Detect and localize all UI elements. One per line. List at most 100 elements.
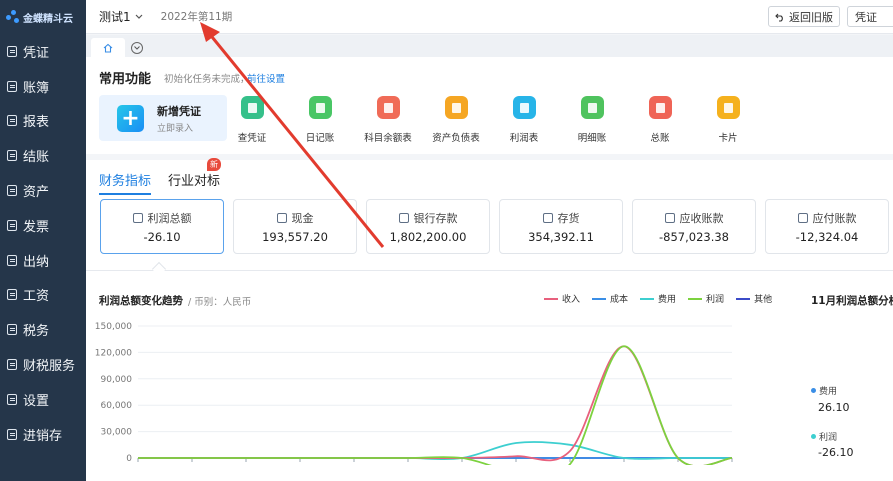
metric-label: 银行存款 bbox=[413, 211, 458, 225]
metric-card[interactable]: 利润总额 -26.10 bbox=[100, 199, 224, 254]
metric-value: -857,023.38 bbox=[659, 229, 729, 244]
metric-header: 存货 bbox=[542, 210, 580, 226]
metric-header: 应收账款 bbox=[664, 210, 724, 226]
new-voucher-sub: 立即录入 bbox=[157, 123, 194, 134]
quick-function-label: 科目余额表 bbox=[364, 133, 412, 144]
legend-label: 成本 bbox=[610, 295, 629, 305]
metric-value: 1,802,200.00 bbox=[389, 229, 467, 244]
quick-function-item[interactable]: 利润表 bbox=[494, 96, 554, 144]
metric-icon bbox=[276, 212, 287, 223]
report-icon bbox=[7, 115, 17, 127]
legend-swatch bbox=[544, 297, 558, 300]
tab-home[interactable] bbox=[91, 38, 125, 57]
metric-label: 应付账款 bbox=[812, 211, 857, 225]
account-name: 测试1 bbox=[99, 10, 131, 24]
metric-icon bbox=[797, 212, 808, 223]
sidebar-item-2[interactable]: 报表 bbox=[0, 104, 86, 139]
metric-value: -12,324.04 bbox=[795, 229, 859, 244]
side-item-value: 26.10 bbox=[818, 401, 850, 414]
quick-function-item[interactable]: 日记账 bbox=[290, 96, 350, 144]
undo-icon bbox=[775, 13, 783, 22]
quick-function-label: 明细账 bbox=[577, 133, 607, 144]
side-item-value: -26.10 bbox=[818, 446, 854, 459]
sidebar-item-label: 工资 bbox=[23, 289, 50, 305]
legend-item[interactable]: 成本 bbox=[592, 292, 628, 305]
tab-more-button[interactable] bbox=[131, 42, 143, 54]
return-old-version-button[interactable]: 返回旧版 bbox=[768, 6, 840, 27]
tab-finance-indicators[interactable]: 财务指标 bbox=[99, 170, 152, 195]
tab-industry-benchmark[interactable]: 行业对标 bbox=[168, 170, 220, 195]
tax-icon bbox=[7, 324, 17, 336]
legend-label: 费用 bbox=[658, 295, 677, 305]
metric-label: 存货 bbox=[557, 211, 580, 225]
service-icon bbox=[7, 359, 17, 371]
legend-item[interactable]: 收入 bbox=[544, 292, 580, 305]
metric-card[interactable]: 应付账款 -12,324.04 bbox=[765, 199, 889, 254]
voucher-menu-button[interactable]: 凭证 bbox=[847, 6, 893, 27]
go-settings-link[interactable]: 前往设置 bbox=[247, 71, 285, 85]
sidebar: 金蝶精斗云 凭证账簿报表结账 资产 发票 出纳工资税务财税服务设置进销存 bbox=[0, 0, 86, 481]
quick-function-item[interactable]: 卡片 bbox=[698, 96, 758, 144]
side-item-profit: 利润 bbox=[811, 430, 837, 443]
sidebar-item-8[interactable]: 税务 bbox=[0, 312, 86, 347]
chevron-down-icon bbox=[134, 46, 140, 50]
sidebar-item-5[interactable]: 发票 bbox=[0, 208, 86, 243]
legend-swatch bbox=[640, 297, 655, 300]
chevron-down-icon bbox=[135, 14, 143, 19]
y-tick-label: 150,000 bbox=[95, 322, 132, 332]
sidebar-item-4[interactable]: 资产 bbox=[0, 173, 86, 208]
sidebar-item-10[interactable]: 设置 bbox=[0, 382, 86, 417]
metric-header: 银行存款 bbox=[398, 210, 458, 226]
main-panel: 常用功能 初始化任务未完成， 前往设置 + 新增凭证 立即录入 查凭证 日记账 科目… bbox=[86, 57, 893, 481]
quick-function-item[interactable]: 科目余额表 bbox=[358, 96, 418, 144]
document-icon bbox=[308, 96, 332, 119]
quick-function-item[interactable]: 查凭证 bbox=[222, 96, 282, 144]
sidebar-item-6[interactable]: 出纳 bbox=[0, 243, 86, 278]
invoice-icon bbox=[7, 219, 17, 231]
sidebar-item-label: 税务 bbox=[23, 324, 50, 340]
inventory-icon bbox=[7, 428, 17, 440]
chart-separator bbox=[86, 270, 893, 271]
sidebar-item-7[interactable]: 工资 bbox=[0, 278, 86, 313]
legend-label: 收入 bbox=[562, 295, 581, 305]
metric-header: 现金 bbox=[276, 210, 314, 226]
settings-icon bbox=[7, 393, 17, 405]
document-icon bbox=[580, 96, 604, 119]
logo-icon bbox=[6, 10, 20, 24]
metric-label: 利润总额 bbox=[147, 211, 192, 225]
sidebar-item-label: 报表 bbox=[23, 115, 50, 131]
side-panel-title: 11月利润总额分析 bbox=[811, 295, 893, 307]
metric-card[interactable]: 现金 193,557.20 bbox=[233, 199, 357, 254]
sidebar-item-3[interactable]: 结账 bbox=[0, 138, 86, 173]
home-icon bbox=[103, 43, 113, 53]
quick-function-item[interactable]: 明细账 bbox=[562, 96, 622, 144]
metric-icon bbox=[132, 212, 143, 223]
quick-function-label: 日记账 bbox=[305, 133, 335, 144]
y-tick-label: 120,000 bbox=[95, 348, 132, 358]
legend-dot bbox=[811, 434, 816, 439]
metric-value: 354,392.11 bbox=[528, 229, 594, 244]
quick-function-item[interactable]: 资产负债表 bbox=[426, 96, 486, 144]
legend-item[interactable]: 利润 bbox=[688, 292, 724, 305]
section-divider bbox=[86, 154, 893, 160]
sidebar-item-label: 账簿 bbox=[23, 80, 50, 96]
metric-card[interactable]: 存货 354,392.11 bbox=[499, 199, 623, 254]
account-selector[interactable]: 测试1 bbox=[99, 8, 143, 25]
metric-card[interactable]: 应收账款 -857,023.38 bbox=[632, 199, 756, 254]
metric-card[interactable]: 银行存款 1,802,200.00 bbox=[366, 199, 490, 254]
legend-item[interactable]: 其他 bbox=[736, 292, 772, 305]
legend-item[interactable]: 费用 bbox=[640, 292, 676, 305]
brand-logo[interactable]: 金蝶精斗云 bbox=[0, 0, 86, 34]
init-hint: 初始化任务未完成， bbox=[164, 74, 250, 85]
sidebar-item-11[interactable]: 进销存 bbox=[0, 417, 86, 452]
sidebar-item-label: 设置 bbox=[23, 393, 50, 409]
period-label[interactable]: 2022年第11期 bbox=[161, 9, 233, 24]
sidebar-item-0[interactable]: 凭证 bbox=[0, 34, 86, 69]
sidebar-item-1[interactable]: 账簿 bbox=[0, 69, 86, 104]
sidebar-item-9[interactable]: 财税服务 bbox=[0, 347, 86, 382]
asset-icon bbox=[7, 185, 17, 197]
quick-function-label: 资产负债表 bbox=[432, 133, 480, 144]
plus-icon: + bbox=[117, 104, 144, 132]
new-voucher-button[interactable]: + 新增凭证 立即录入 bbox=[99, 95, 227, 141]
quick-function-item[interactable]: 总账 bbox=[630, 96, 690, 144]
